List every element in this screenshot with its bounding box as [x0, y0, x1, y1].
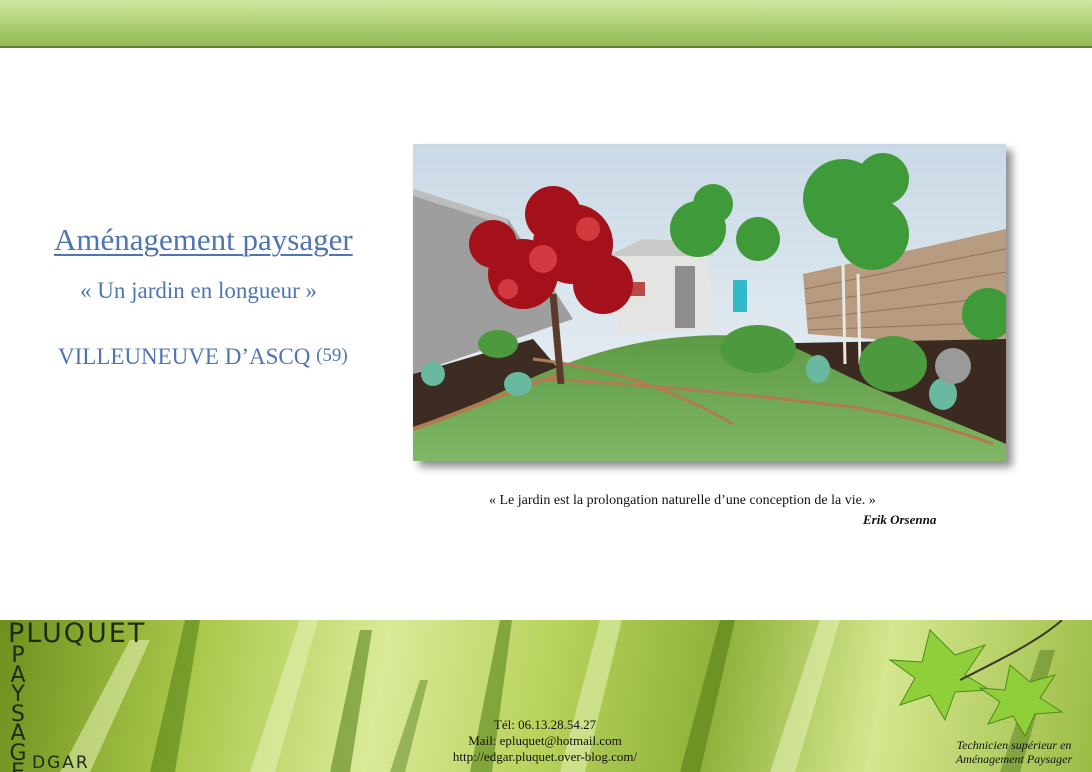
contact-mail[interactable]: Mail: epluquet@hotmail.com — [420, 733, 670, 749]
contact-phone: Tél: 06.13.28.54.27 — [493, 717, 597, 732]
tagline-line-1: Technicien supérieur en — [956, 738, 1072, 752]
garden-render-image — [413, 144, 1006, 461]
quote-author: Erik Orsenna — [863, 512, 937, 526]
location: VILLEUNEUVE D’ASCQ (59) — [58, 344, 348, 370]
brand-name-top: PLUQUET — [8, 620, 147, 649]
footer-banner: PLUQUET P A Y S A G E DGAR Tél: 06.13.28… — [0, 620, 1092, 772]
contact-block: Tél: 06.13.28.54.27 Mail: epluquet@hotma… — [420, 717, 670, 765]
location-city: VILLEUNEUVE D’ASCQ — [58, 344, 311, 369]
contact-url[interactable]: http://edgar.pluquet.over-blog.com/ — [420, 749, 670, 765]
profession-tagline: Technicien supérieur en Aménagement Pays… — [936, 738, 1092, 766]
tagline-line-2: Aménagement Paysager — [955, 752, 1073, 766]
page-subtitle: « Un jardin en longueur » — [80, 278, 317, 303]
brand-name-vertical: P A Y S A G E — [6, 645, 30, 772]
garden-3d-render-icon — [413, 144, 1006, 461]
brand-name-bottom: DGAR — [32, 753, 90, 772]
quote-text: « Le jardin est la prolongation naturell… — [489, 493, 876, 508]
location-department: (59) — [316, 345, 348, 366]
page-title: Aménagement paysager — [54, 222, 353, 257]
top-banner — [0, 0, 1092, 48]
